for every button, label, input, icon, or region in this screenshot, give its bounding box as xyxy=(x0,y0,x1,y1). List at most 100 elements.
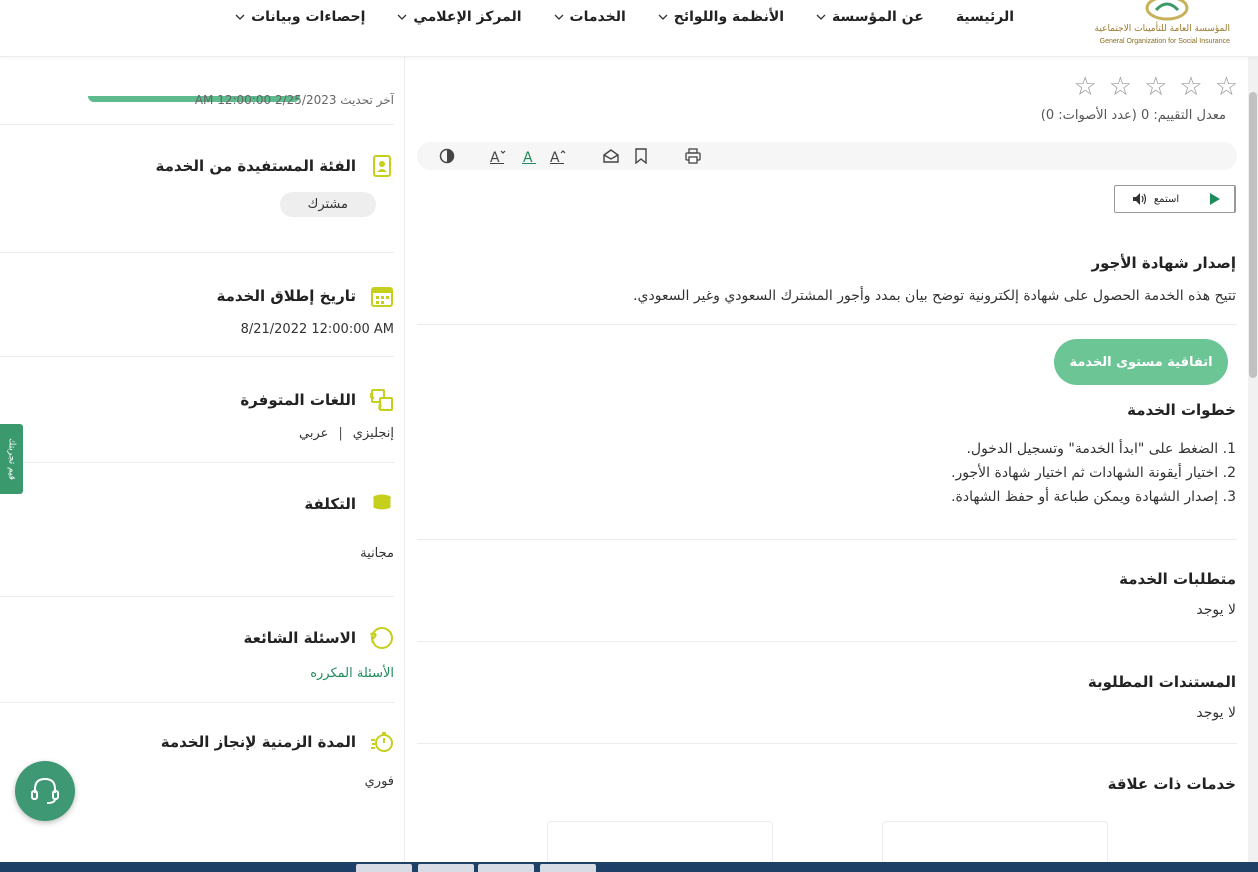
cost-title: التكلفة xyxy=(304,495,356,513)
share-email-icon[interactable] xyxy=(601,146,621,166)
star-icon[interactable]: ☆ xyxy=(1144,74,1167,100)
cost-section: التكلفة مجانية xyxy=(4,492,394,561)
chevron-down-icon xyxy=(554,14,564,20)
scrollbar-thumb[interactable] xyxy=(1249,92,1257,378)
star-icon[interactable]: ☆ xyxy=(1109,74,1132,100)
os-taskbar xyxy=(0,862,1258,872)
service-details: ☆ ☆ ☆ ☆ ☆ معدل التقييم: 0 (عدد الأصوات: … xyxy=(405,56,1248,872)
font-reset-icon[interactable]: A xyxy=(519,146,539,166)
page-scrollbar[interactable] xyxy=(1248,56,1258,862)
star-icon[interactable]: ☆ xyxy=(1215,74,1238,100)
faq-link[interactable]: الأسئلة المكرره xyxy=(4,666,394,681)
listen-player: استمع xyxy=(1114,185,1236,213)
svg-text:A: A xyxy=(550,150,560,164)
languages-section: Aع اللغات المتوفرة إنجليزي | عربي xyxy=(4,388,394,441)
nav-media-center-label: المركز الإعلامي xyxy=(413,9,522,25)
list-item: 3. إصدار الشهادة ويمكن طباعة أو حفظ الشه… xyxy=(951,489,1236,505)
divider xyxy=(0,252,394,253)
translate-icon: Aع xyxy=(370,389,393,411)
language-arabic: عربي xyxy=(299,426,329,441)
beneficiary-badge: مشترك xyxy=(279,192,376,217)
user-badge-icon xyxy=(373,155,391,177)
svg-text:?: ? xyxy=(370,631,378,647)
font-decrease-icon[interactable]: A xyxy=(489,146,509,166)
documents-value: لا يوجد xyxy=(1196,705,1236,721)
logo[interactable]: المؤسسة العامة للتأمينات الاجتماعية Gene… xyxy=(1086,0,1236,52)
language-separator: | xyxy=(338,426,343,441)
service-intro: إصدار شهادة الأجور تتيح هذه الخدمة الحصو… xyxy=(416,254,1236,304)
nav-services-label: الخدمات xyxy=(569,9,626,25)
related-title: خدمات ذات علاقة xyxy=(1107,775,1236,793)
list-item: 1. الضغط على "ابدأ الخدمة" وتسجيل الدخول… xyxy=(966,441,1236,457)
nav-media-center[interactable]: المركز الإعلامي xyxy=(381,0,537,34)
taskbar-button[interactable] xyxy=(418,864,474,872)
last-update-text: آخر تحديث 2/25/2023 12:00:00 AM xyxy=(194,93,394,107)
nav-about-label: عن المؤسسة xyxy=(832,9,924,25)
svg-text:ع: ع xyxy=(378,401,384,410)
duration-title: المدة الزمنية لإنجاز الخدمة xyxy=(160,733,356,751)
language-english: إنجليزي xyxy=(352,426,394,441)
required-documents: المستندات المطلوبة لا يوجد xyxy=(416,673,1236,721)
listen-label: استمع xyxy=(1153,193,1180,205)
chevron-down-icon xyxy=(816,14,826,20)
steps-list: 1. الضغط على "ابدأ الخدمة" وتسجيل الدخول… xyxy=(416,437,1236,509)
support-chat-button[interactable] xyxy=(15,761,75,821)
nav-regulations-label: الأنظمة واللوائح xyxy=(673,9,785,25)
svg-text:A: A xyxy=(490,150,500,164)
taskbar-button[interactable] xyxy=(478,864,534,872)
beneficiary-section: الفئة المستفيدة من الخدمة مشترك xyxy=(4,154,394,217)
chevron-down-icon xyxy=(397,14,407,20)
print-icon[interactable] xyxy=(683,146,703,166)
font-increase-icon[interactable]: A xyxy=(549,146,569,166)
feedback-tab[interactable]: قيم تجربتك xyxy=(0,424,23,494)
headset-icon xyxy=(31,777,59,804)
speaker-icon xyxy=(1132,193,1146,205)
play-icon[interactable] xyxy=(1196,186,1235,212)
taskbar-button[interactable] xyxy=(356,864,412,872)
languages-value: إنجليزي | عربي xyxy=(4,426,394,441)
service-requirements: متطلبات الخدمة لا يوجد xyxy=(416,570,1236,618)
faq-title: الاسئلة الشائعة xyxy=(243,629,357,647)
divider xyxy=(0,124,394,125)
nav-home[interactable]: الرئيسية xyxy=(940,0,1030,34)
star-icon[interactable]: ☆ xyxy=(1179,74,1202,100)
question-icon: ? xyxy=(370,627,393,649)
divider xyxy=(417,743,1237,744)
service-info-sidebar: آخر تحديث 2/25/2023 12:00:00 AM الفئة ال… xyxy=(0,56,404,862)
faq-section: ? الاسئلة الشائعة الأسئلة المكرره xyxy=(4,626,394,681)
site-header: المؤسسة العامة للتأمينات الاجتماعية Gene… xyxy=(0,0,1258,57)
nav-regulations[interactable]: الأنظمة واللوائح xyxy=(642,0,800,34)
beneficiary-title: الفئة المستفيدة من الخدمة xyxy=(155,157,356,175)
divider xyxy=(0,356,394,357)
logo-english-text: General Organization for Social Insuranc… xyxy=(1099,38,1230,45)
rating-stars[interactable]: ☆ ☆ ☆ ☆ ☆ xyxy=(1073,74,1238,100)
nav-statistics[interactable]: إحصاءات وبيانات xyxy=(219,0,381,34)
service-steps: خطوات الخدمة 1. الضغط على "ابدأ الخدمة" … xyxy=(416,401,1236,509)
rating-summary: معدل التقييم: 0 (عدد الأصوات: 0) xyxy=(1040,108,1226,123)
divider xyxy=(0,702,394,703)
bookmark-icon[interactable] xyxy=(631,146,651,166)
requirements-title: متطلبات الخدمة xyxy=(1119,570,1236,588)
divider xyxy=(0,462,394,463)
languages-title: اللغات المتوفرة xyxy=(240,391,356,409)
calendar-icon xyxy=(371,287,393,307)
nav-services[interactable]: الخدمات xyxy=(538,0,642,34)
star-icon[interactable]: ☆ xyxy=(1073,74,1096,100)
related-services: خدمات ذات علاقة xyxy=(416,775,1236,793)
listen-button[interactable]: استمع xyxy=(1115,186,1196,212)
svg-text:A: A xyxy=(370,392,375,401)
nav-statistics-label: إحصاءات وبيانات xyxy=(251,9,366,25)
launch-date-section: تاريخ إطلاق الخدمة 8/21/2022 12:00:00 AM xyxy=(4,284,394,337)
steps-title: خطوات الخدمة xyxy=(1127,401,1236,419)
service-title: إصدار شهادة الأجور xyxy=(1091,254,1236,272)
launch-date-title: تاريخ إطلاق الخدمة xyxy=(216,287,357,305)
logo-mark-icon xyxy=(1145,0,1189,21)
taskbar-button[interactable] xyxy=(540,864,596,872)
nav-about[interactable]: عن المؤسسة xyxy=(800,0,940,34)
sla-button[interactable]: اتفاقية مستوى الخدمة xyxy=(1054,339,1228,385)
divider xyxy=(417,539,1237,540)
service-description: تتيح هذه الخدمة الحصول على شهادة إلكترون… xyxy=(633,288,1236,304)
contrast-icon[interactable] xyxy=(437,146,457,166)
cost-value: مجانية xyxy=(360,546,394,561)
list-item: 2. اختيار أيقونة الشهادات ثم اختيار شهاد… xyxy=(951,465,1236,481)
